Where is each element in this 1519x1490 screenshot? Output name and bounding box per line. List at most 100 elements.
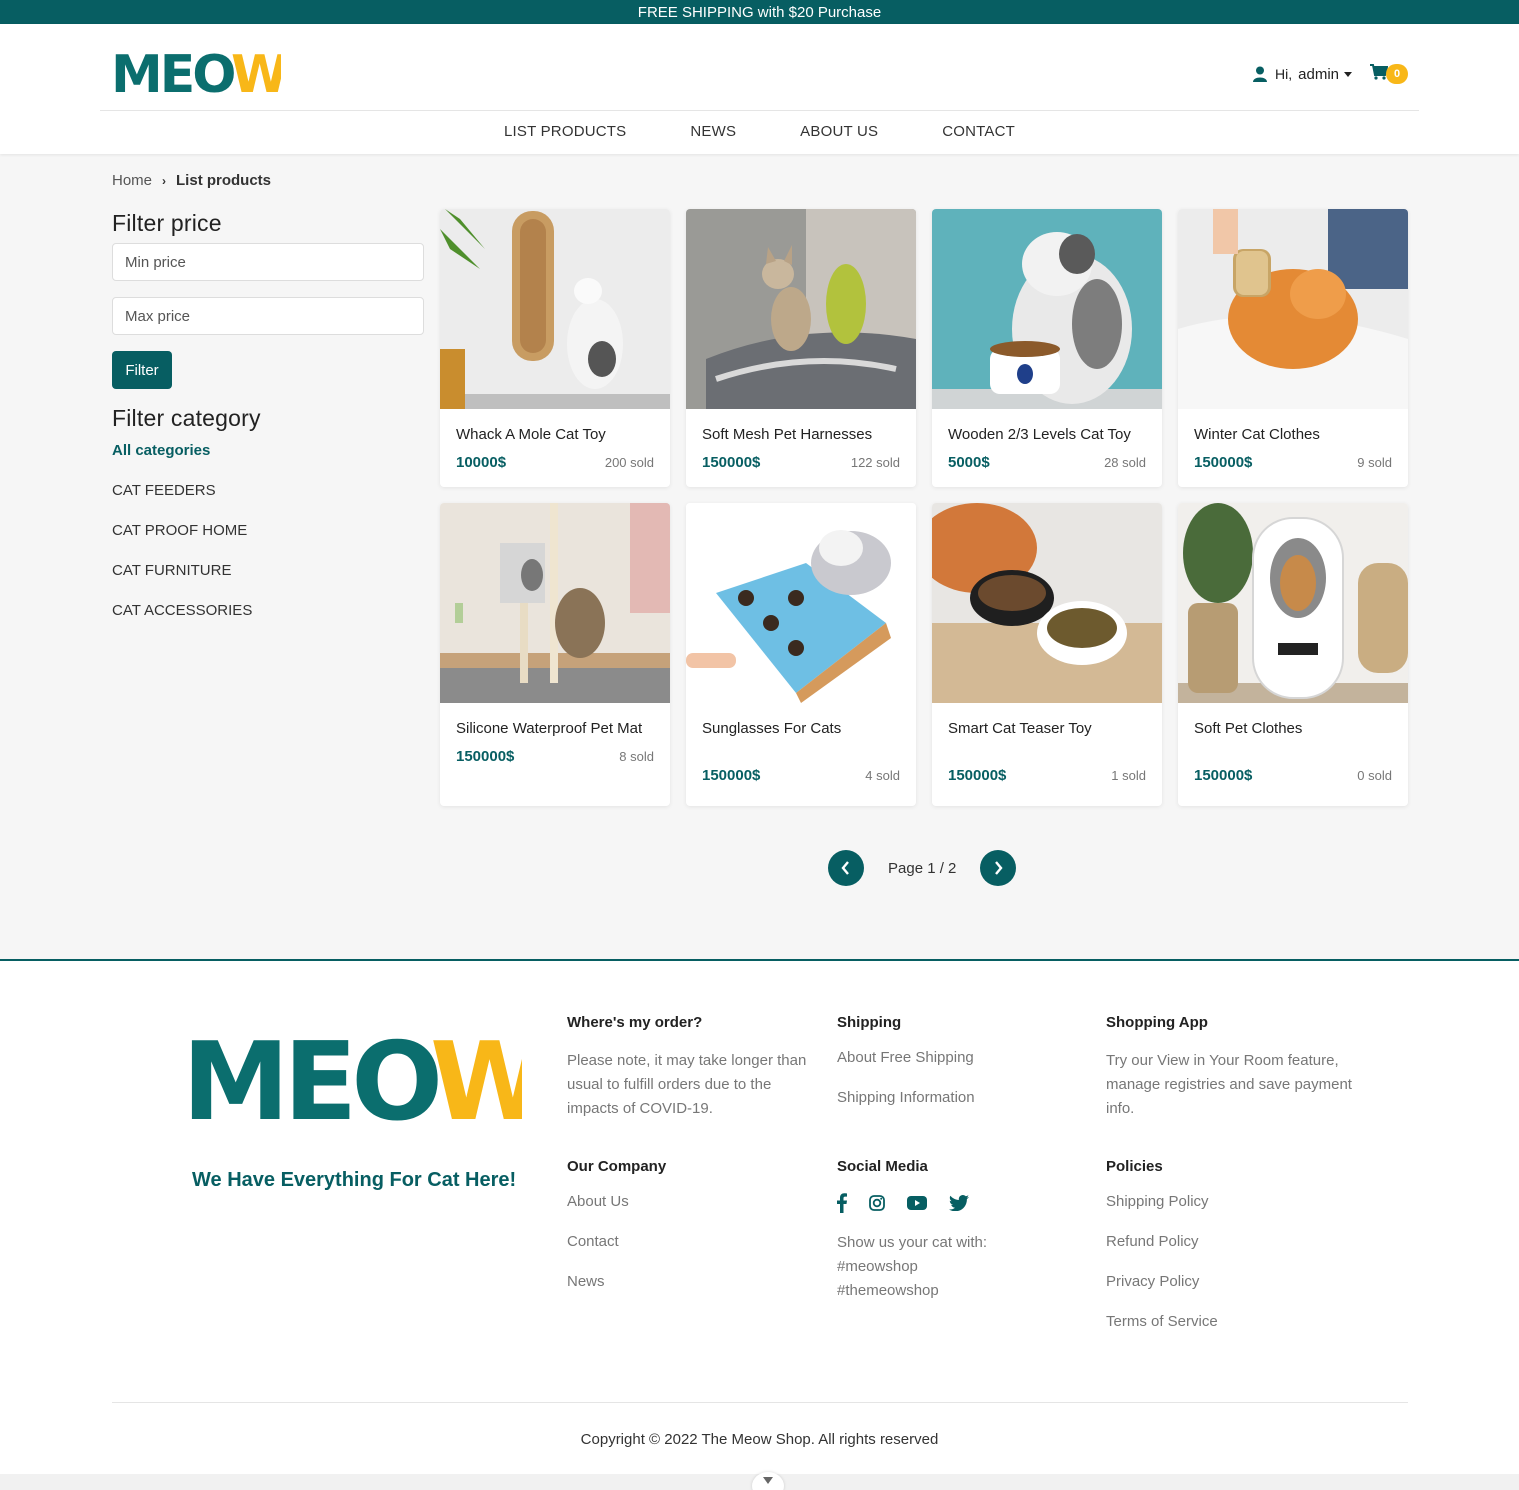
product-image <box>932 503 1162 703</box>
nav-list-products[interactable]: LIST PRODUCTS <box>504 123 626 140</box>
filter-price-title: Filter price <box>112 210 222 236</box>
footer-policies-column: Policies Shipping Policy Refund Policy P… <box>1106 1158 1356 1353</box>
footer-where-text: Please note, it may take longer than usu… <box>567 1052 807 1117</box>
user-menu-toggle[interactable]: admin <box>1298 66 1352 83</box>
product-card[interactable]: Soft Pet Clothes 150000$ 0 sold <box>1178 503 1408 806</box>
site-logo[interactable]: MEO W <box>111 45 290 105</box>
product-sold-count: 9 sold <box>1357 455 1392 470</box>
product-sold-count: 1 sold <box>1111 768 1146 783</box>
product-card[interactable]: Whack A Mole Cat Toy 10000$ 200 sold <box>440 209 670 487</box>
product-price: 150000$ <box>456 748 515 765</box>
product-name: Soft Mesh Pet Harnesses <box>702 426 873 443</box>
pagination: Page 1 / 2 <box>828 850 1017 886</box>
facebook-icon[interactable] <box>837 1193 847 1213</box>
product-card[interactable]: Soft Mesh Pet Harnesses 150000$ 122 sold <box>686 209 916 487</box>
product-price: 5000$ <box>948 454 990 471</box>
username: admin <box>1298 65 1339 83</box>
breadcrumb: Home › List products <box>112 172 271 189</box>
product-card[interactable]: Sunglasses For Cats 150000$ 4 sold <box>686 503 916 806</box>
product-card[interactable]: Silicone Waterproof Pet Mat 150000$ 8 so… <box>440 503 670 806</box>
footer-link-terms-of-service[interactable]: Terms of Service <box>1106 1313 1356 1353</box>
footer-link-about-free-shipping[interactable]: About Free Shipping <box>837 1049 1087 1089</box>
footer-link-about-us[interactable]: About Us <box>567 1193 817 1233</box>
filter-sidebar: Filter price Filter Filter category All … <box>112 210 424 642</box>
category-item-cat-accessories[interactable]: CAT ACCESSORIES <box>112 602 424 642</box>
category-item-cat-furniture[interactable]: CAT FURNITURE <box>112 562 424 602</box>
prev-page-button[interactable] <box>828 850 864 886</box>
svg-text:W: W <box>430 1029 522 1129</box>
filter-button[interactable]: Filter <box>112 351 172 389</box>
footer-policies-title: Policies <box>1106 1158 1163 1175</box>
product-name: Whack A Mole Cat Toy <box>456 426 606 443</box>
breadcrumb-home[interactable]: Home <box>112 172 152 189</box>
chevron-right-icon <box>995 861 1003 875</box>
footer-shipping-column: Shipping About Free Shipping Shipping In… <box>837 1014 1087 1129</box>
footer-link-privacy-policy[interactable]: Privacy Policy <box>1106 1273 1356 1313</box>
youtube-icon[interactable] <box>907 1196 927 1210</box>
footer-where-column: Where's my order? Please note, it may ta… <box>567 1014 817 1121</box>
footer-social-text: Show us your cat with: <box>837 1234 988 1251</box>
footer-logo: MEO W <box>182 1020 552 1145</box>
product-card[interactable]: Smart Cat Teaser Toy 150000$ 1 sold <box>932 503 1162 806</box>
product-price: 10000$ <box>456 454 507 471</box>
svg-text:MEO: MEO <box>111 48 234 98</box>
next-page-button[interactable] <box>980 850 1017 886</box>
copyright-text: Copyright © 2022 The Meow Shop. All righ… <box>580 1431 939 1448</box>
instagram-icon[interactable] <box>869 1195 885 1211</box>
footer-hashtag-meowshop: #meowshop <box>837 1258 918 1275</box>
chevron-down-icon <box>1344 72 1352 78</box>
footer-link-contact[interactable]: Contact <box>567 1233 817 1273</box>
footer-link-news[interactable]: News <box>567 1273 817 1313</box>
product-sold-count: 8 sold <box>619 749 654 764</box>
product-price: 150000$ <box>1194 454 1253 471</box>
product-name: Soft Pet Clothes <box>1194 720 1303 737</box>
product-card[interactable]: Wooden 2/3 Levels Cat Toy 5000$ 28 sold <box>932 209 1162 487</box>
product-image <box>440 503 670 703</box>
product-card[interactable]: Winter Cat Clothes 150000$ 9 sold <box>1178 209 1408 487</box>
product-image <box>686 209 916 409</box>
max-price-input[interactable] <box>112 297 424 335</box>
product-sold-count: 4 sold <box>865 768 900 783</box>
product-name: Wooden 2/3 Levels Cat Toy <box>948 426 1131 443</box>
category-item-cat-feeders[interactable]: CAT FEEDERS <box>112 482 424 522</box>
footer-app-title: Shopping App <box>1106 1014 1208 1031</box>
product-image <box>440 209 670 409</box>
cart-button[interactable]: 0 <box>1370 64 1408 84</box>
user-icon <box>1253 66 1268 82</box>
product-price: 150000$ <box>948 767 1007 784</box>
footer-where-title: Where's my order? <box>567 1014 703 1031</box>
product-price: 150000$ <box>1194 767 1253 784</box>
site-footer: MEO W We Have Everything For Cat Here! W… <box>0 959 1519 1490</box>
footer-hashtag-themeowshop: #themeowshop <box>837 1282 939 1299</box>
product-image <box>686 503 916 703</box>
footer-link-shipping-information[interactable]: Shipping Information <box>837 1089 1087 1129</box>
filter-category-title: Filter category <box>112 405 261 431</box>
chevron-down-icon <box>763 1477 773 1484</box>
footer-link-refund-policy[interactable]: Refund Policy <box>1106 1233 1356 1273</box>
social-icons <box>837 1193 1087 1213</box>
footer-link-shipping-policy[interactable]: Shipping Policy <box>1106 1193 1356 1233</box>
min-price-input[interactable] <box>112 243 424 281</box>
category-list: All categories CAT FEEDERS CAT PROOF HOM… <box>112 442 424 642</box>
twitter-icon[interactable] <box>949 1195 969 1211</box>
header-divider <box>100 110 1419 111</box>
greeting-text: Hi, <box>1275 66 1293 82</box>
category-item-cat-proof-home[interactable]: CAT PROOF HOME <box>112 522 424 562</box>
svg-text:W: W <box>231 48 281 98</box>
category-item-all[interactable]: All categories <box>112 442 424 482</box>
product-sold-count: 200 sold <box>604 455 654 470</box>
nav-news[interactable]: NEWS <box>690 123 736 140</box>
nav-about-us[interactable]: ABOUT US <box>800 123 878 140</box>
product-sold-count: 28 sold <box>1104 455 1146 470</box>
footer-company-column: Our Company About Us Contact News <box>567 1158 817 1313</box>
nav-contact[interactable]: CONTACT <box>942 123 1015 140</box>
footer-tagline: We Have Everything For Cat Here! <box>192 1169 517 1191</box>
product-name: Winter Cat Clothes <box>1194 426 1320 443</box>
footer-divider <box>112 1402 1408 1403</box>
promo-bar: FREE SHIPPING with $20 Purchase <box>0 0 1519 24</box>
product-grid: Whack A Mole Cat Toy 10000$ 200 sold Sof… <box>440 209 1408 806</box>
product-image <box>1178 209 1408 409</box>
footer-social-column: Social Media Show us your cat with: #meo… <box>837 1158 1087 1303</box>
product-name: Silicone Waterproof Pet Mat <box>456 720 643 737</box>
breadcrumb-current: List products <box>176 172 272 189</box>
